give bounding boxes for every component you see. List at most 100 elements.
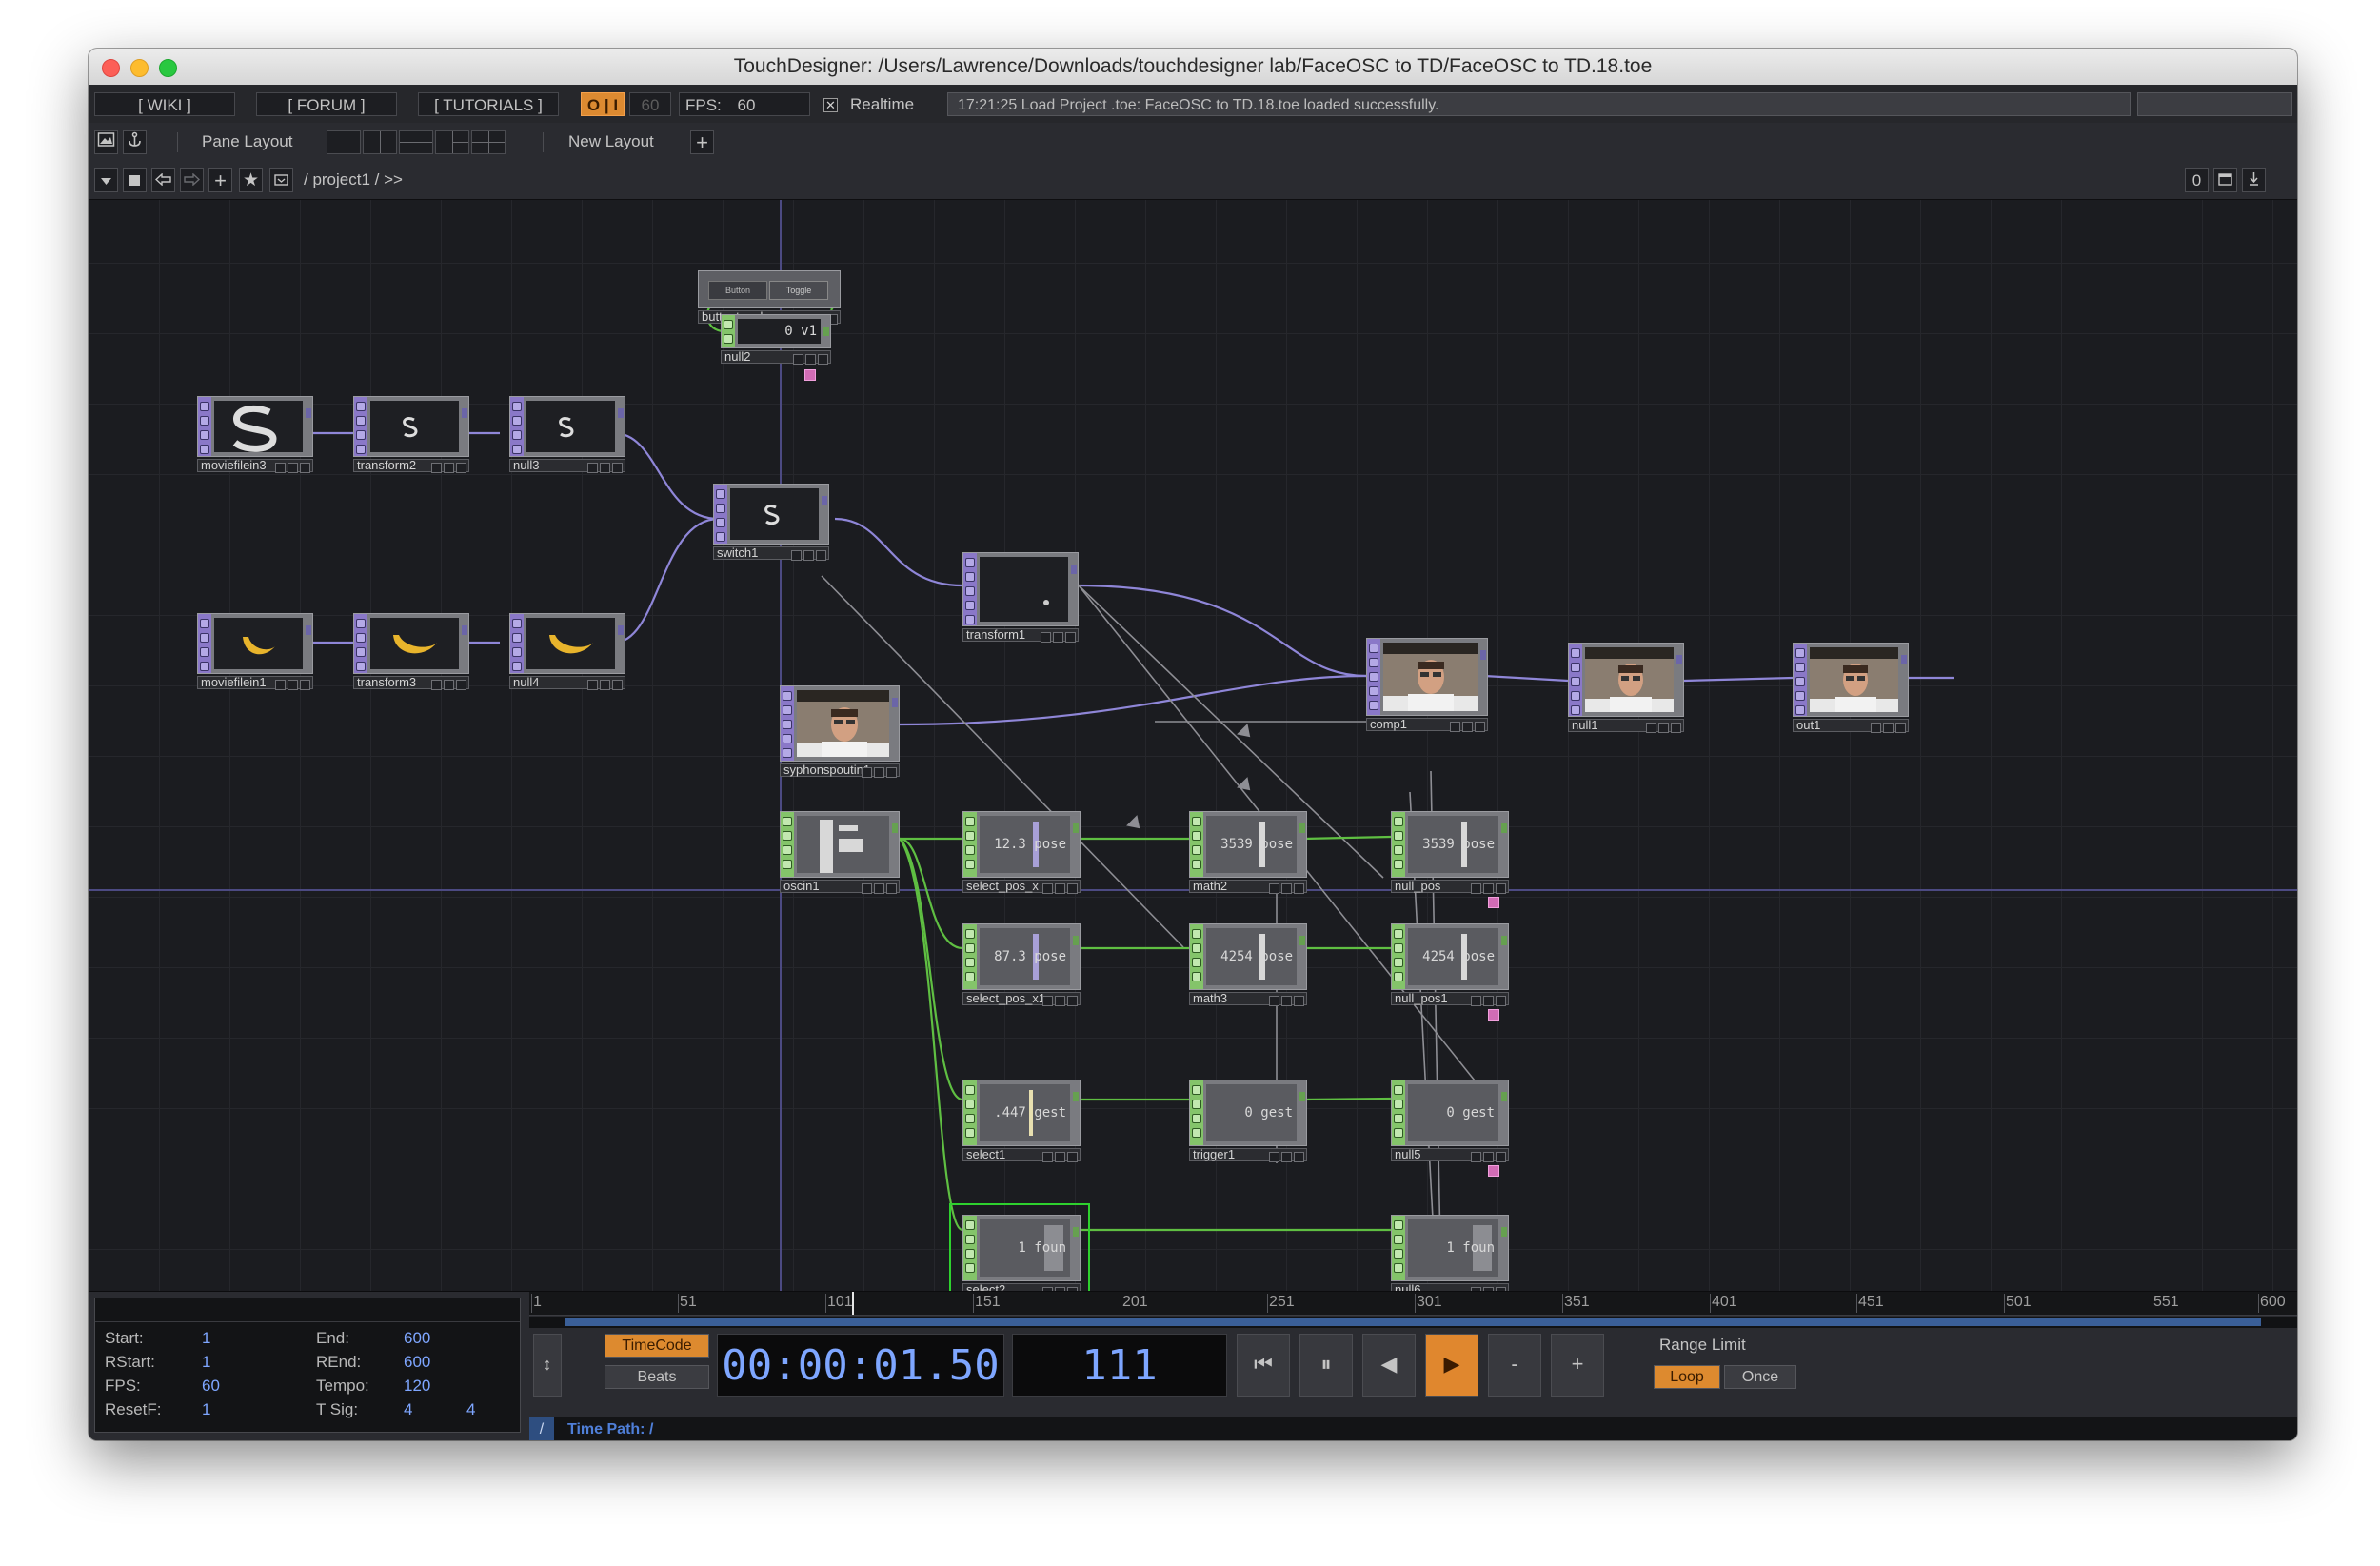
node-flag-box[interactable] [288, 680, 298, 690]
add-layout-button[interactable]: + [690, 130, 714, 154]
forward-arrow-icon[interactable] [180, 168, 204, 192]
tutorials-button[interactable]: [ TUTORIALS ] [418, 92, 559, 116]
back-arrow-icon[interactable] [151, 168, 175, 192]
node-flag-box[interactable] [431, 680, 442, 690]
node-flag-box[interactable] [874, 767, 884, 778]
node-flags[interactable] [1039, 630, 1076, 647]
output-connector[interactable] [1299, 936, 1305, 945]
node-out1[interactable]: out1 [1793, 643, 1909, 734]
output-connector[interactable] [1501, 823, 1507, 833]
node-flag-box[interactable] [793, 354, 803, 365]
node-transform2[interactable]: transform2 [353, 396, 469, 474]
node-flag-box[interactable] [1496, 883, 1506, 894]
output-connector[interactable] [1480, 650, 1486, 660]
node-flags[interactable] [791, 352, 828, 369]
output-connector[interactable] [1299, 823, 1305, 833]
node-flags[interactable] [585, 678, 623, 695]
end-value[interactable]: 600 [404, 1329, 430, 1348]
frame-display[interactable]: 111 [1012, 1334, 1227, 1397]
node-flag-box[interactable] [1281, 1152, 1292, 1162]
layout-single-button[interactable] [327, 130, 361, 154]
rewind-to-start-icon[interactable]: ⏮ [1237, 1334, 1290, 1397]
node-flag-box[interactable] [612, 680, 623, 690]
rstart-value[interactable]: 1 [202, 1353, 210, 1372]
node-comp1[interactable]: comp1 [1366, 638, 1488, 733]
node-flag-box[interactable] [1281, 883, 1292, 894]
timecode-display[interactable]: 00:00:01.50 [717, 1334, 1004, 1397]
resetf-value[interactable]: 1 [202, 1400, 210, 1419]
output-connector[interactable] [1676, 655, 1682, 664]
node-flags[interactable] [1041, 994, 1078, 1011]
node-flag-box[interactable] [587, 463, 598, 473]
step-minus-button[interactable]: - [1488, 1334, 1541, 1397]
output-connector[interactable] [1073, 1092, 1079, 1101]
output-connector[interactable] [1073, 936, 1079, 945]
pause-icon[interactable]: ⏸ [1299, 1334, 1353, 1397]
node-flag-box[interactable] [1471, 996, 1481, 1006]
stop-icon[interactable] [123, 168, 147, 192]
node-flag-box[interactable] [1055, 996, 1065, 1006]
node-flag-box[interactable] [1269, 996, 1279, 1006]
node-flag-box[interactable] [805, 354, 816, 365]
node-flags[interactable] [1041, 882, 1078, 899]
playhead[interactable] [852, 1292, 854, 1315]
node-flag-box[interactable] [1281, 996, 1292, 1006]
node-flag-box[interactable] [1067, 1152, 1078, 1162]
step-back-icon[interactable]: ◀ [1362, 1334, 1416, 1397]
output-connector[interactable] [1299, 1092, 1305, 1101]
node-flag-box[interactable] [600, 680, 610, 690]
output-connector[interactable] [892, 823, 898, 833]
output-connector[interactable] [1073, 823, 1079, 833]
home-icon[interactable] [269, 168, 293, 192]
node-flag-box[interactable] [612, 463, 623, 473]
output-connector[interactable] [823, 327, 829, 336]
node-flag-box[interactable] [275, 463, 286, 473]
fps-value[interactable]: 60 [202, 1377, 220, 1396]
output-connector[interactable] [462, 625, 467, 635]
viewer-flag[interactable] [1488, 1165, 1499, 1177]
layout-split-vertical-button[interactable] [363, 130, 397, 154]
chevron-down-icon[interactable] [94, 168, 118, 192]
node-flag-box[interactable] [1658, 723, 1669, 733]
node-flags[interactable] [273, 461, 310, 478]
viewer-flag[interactable] [804, 369, 816, 381]
node-flag-box[interactable] [1471, 883, 1481, 894]
node-flag-box[interactable] [1483, 1152, 1494, 1162]
node-flags[interactable] [1041, 1150, 1078, 1167]
node-flag-box[interactable] [1883, 723, 1894, 733]
beats-toggle[interactable]: Beats [605, 1365, 709, 1389]
node-null-pos[interactable]: 3539 pose null_pos [1391, 811, 1509, 895]
layout-four-pane-button[interactable] [471, 130, 506, 154]
output-connector[interactable] [1901, 655, 1907, 664]
node-flag-box[interactable] [1450, 722, 1460, 732]
network-editor[interactable]: Button Toggle buttontoggle 0 v1 null2 [89, 200, 2297, 1291]
node-flag-box[interactable] [886, 767, 897, 778]
anchor-icon[interactable] [123, 130, 147, 154]
node-flag-box[interactable] [1055, 883, 1065, 894]
output-connector[interactable] [1071, 565, 1077, 574]
forum-button[interactable]: [ FORUM ] [256, 92, 397, 116]
node-flag-box[interactable] [1475, 722, 1485, 732]
node-flag-box[interactable] [1042, 883, 1053, 894]
realtime-checkbox[interactable]: ✕ [823, 98, 838, 112]
node-flag-box[interactable] [803, 550, 814, 561]
node-flag-box[interactable] [1671, 723, 1681, 733]
node-flags[interactable] [860, 882, 897, 899]
node-flag-box[interactable] [1055, 1152, 1065, 1162]
node-select-pos-x1[interactable]: 87.3 pose select_pos_x1 [962, 923, 1081, 1007]
once-toggle[interactable]: Once [1724, 1365, 1796, 1389]
node-null4[interactable]: null4 [509, 613, 625, 691]
tsig-denominator[interactable]: 4 [466, 1400, 475, 1419]
node-null6[interactable]: 1 foun null6 [1391, 1215, 1509, 1291]
viewer-flag[interactable] [1488, 1009, 1499, 1021]
node-null5[interactable]: 0 gest null5 [1391, 1080, 1509, 1163]
node-flag-box[interactable] [818, 354, 828, 365]
node-flag-box[interactable] [1483, 996, 1494, 1006]
node-flag-box[interactable] [275, 680, 286, 690]
output-connector[interactable] [1501, 1227, 1507, 1237]
node-flags[interactable] [273, 678, 310, 695]
node-flag-box[interactable] [1042, 996, 1053, 1006]
node-math2[interactable]: 3539 pose math2 [1189, 811, 1307, 895]
node-flag-box[interactable] [816, 550, 826, 561]
tempo-value[interactable]: 120 [404, 1377, 430, 1396]
